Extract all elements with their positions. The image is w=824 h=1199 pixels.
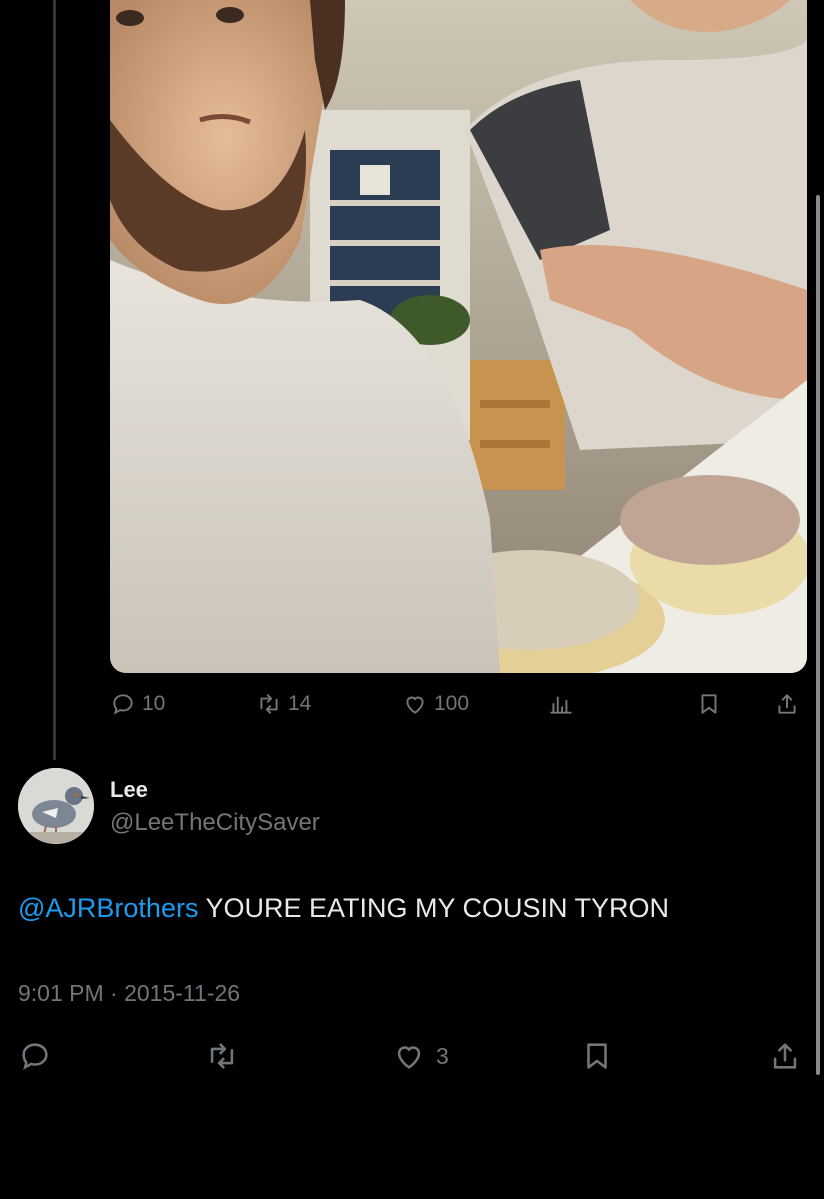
like-button[interactable]: 100	[402, 688, 469, 720]
user-handle[interactable]: @LeeTheCitySaver	[110, 809, 320, 837]
bookmark-button[interactable]	[580, 1036, 614, 1076]
bookmark-icon	[587, 1043, 607, 1069]
mention-link[interactable]: @AJRBrothers	[18, 893, 198, 923]
pigeon-avatar-image	[18, 768, 94, 844]
bookmark-icon	[701, 694, 717, 714]
retweet-button[interactable]: 14	[256, 688, 311, 720]
reply-button[interactable]	[18, 1036, 52, 1076]
retweet-count: 14	[288, 692, 312, 715]
tweet-body: YOURE EATING MY COUSIN TYRON	[198, 893, 670, 923]
share-button[interactable]	[774, 688, 800, 720]
tweet-photo[interactable]	[110, 0, 807, 673]
scrollbar[interactable]	[816, 195, 820, 1075]
bookmark-button[interactable]	[696, 688, 722, 720]
tweet-text: @AJRBrothers YOURE EATING MY COUSIN TYRO…	[18, 893, 669, 924]
tweet-actions: 10 14 100	[110, 688, 810, 720]
avatar[interactable]	[18, 768, 94, 844]
reply-icon	[113, 694, 133, 715]
views-button[interactable]	[548, 688, 574, 720]
reply-icon	[22, 1043, 48, 1070]
reply-count: 10	[142, 692, 166, 715]
like-button[interactable]: 3	[392, 1036, 449, 1076]
share-icon	[778, 694, 796, 714]
photo-image	[110, 0, 807, 673]
retweet-icon	[260, 694, 278, 714]
share-button[interactable]	[768, 1036, 802, 1076]
views-icon	[550, 696, 572, 714]
retweet-button[interactable]	[205, 1036, 239, 1076]
reply-tweet-actions: 3	[0, 1036, 824, 1076]
heart-icon	[397, 1046, 421, 1069]
heart-icon	[406, 696, 424, 714]
reply-button[interactable]: 10	[110, 688, 165, 720]
share-icon	[773, 1043, 797, 1069]
timestamp[interactable]: 9:01 PM · 2015-11-26	[18, 980, 240, 1007]
retweet-icon	[210, 1043, 234, 1069]
like-count: 100	[434, 692, 470, 715]
like-count: 3	[436, 1042, 449, 1069]
display-name[interactable]: Lee	[110, 777, 148, 803]
thread-connector-line	[53, 0, 56, 760]
